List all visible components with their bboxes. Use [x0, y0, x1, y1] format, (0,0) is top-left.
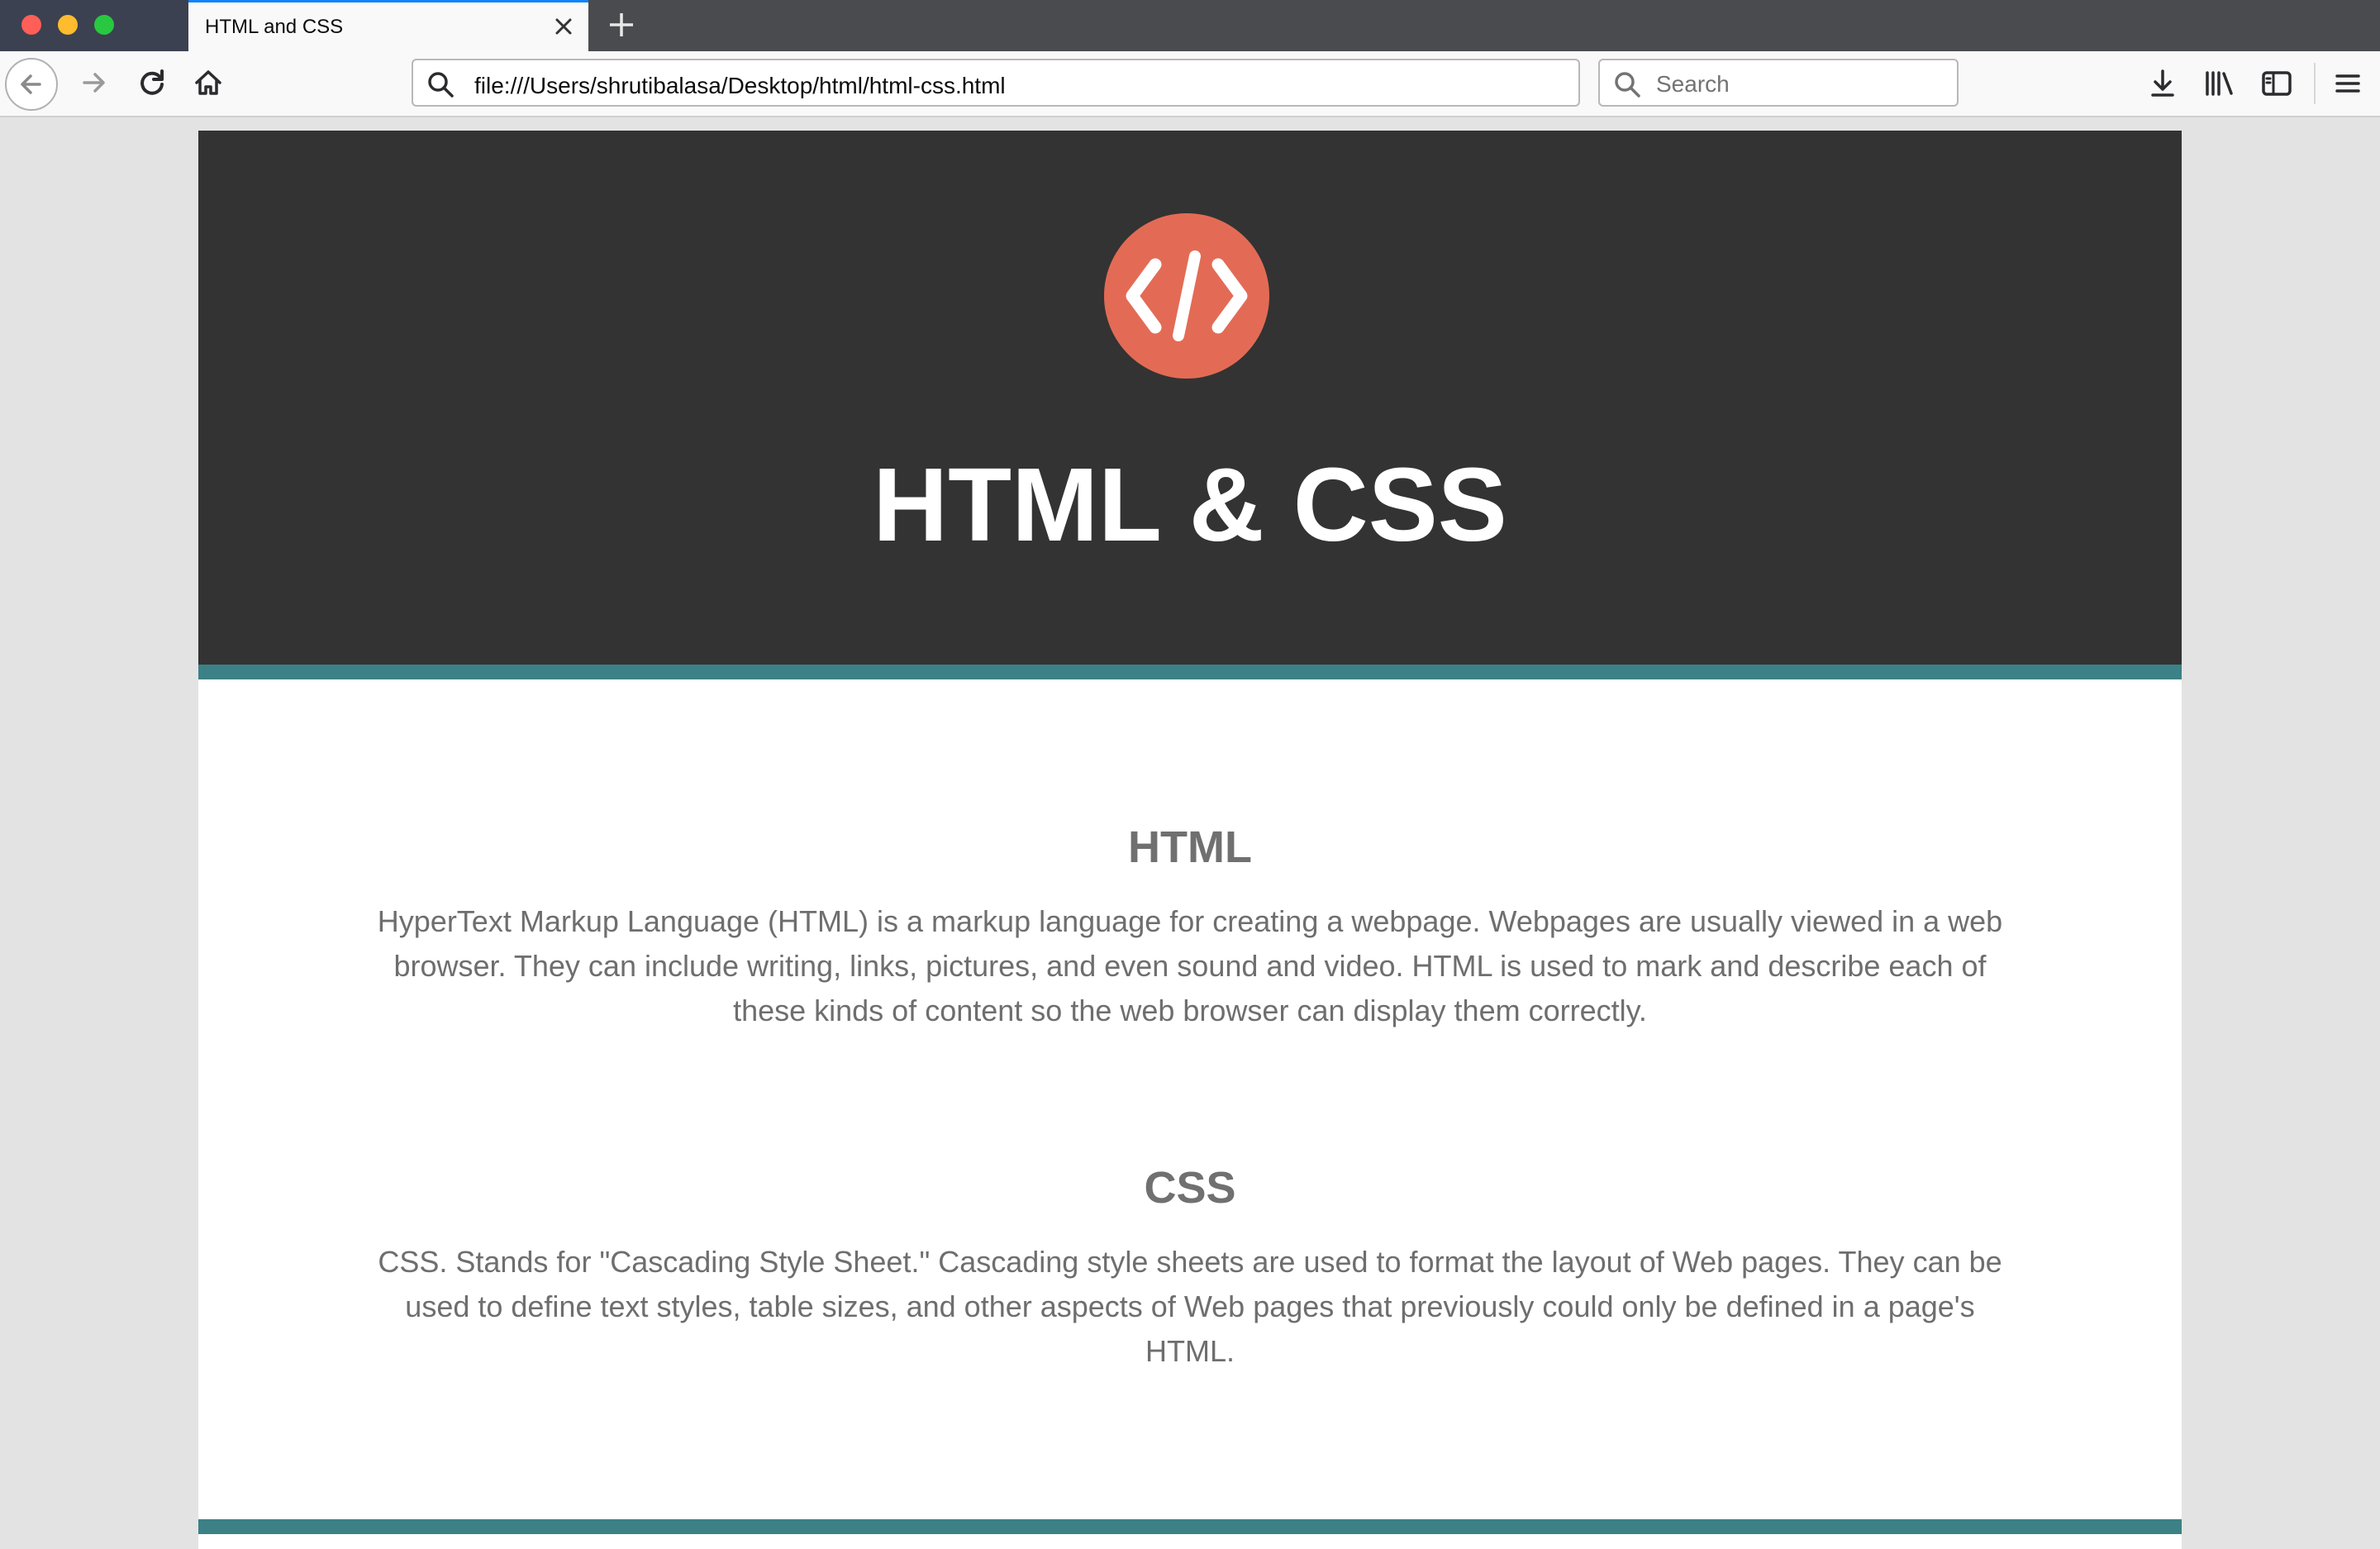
- search-input[interactable]: [1654, 67, 1947, 102]
- hero-header: HTML & CSS: [198, 131, 2182, 665]
- toolbar-separator: [2314, 63, 2316, 104]
- accent-band-top: [198, 665, 2182, 679]
- sidebar-button[interactable]: [2259, 66, 2294, 101]
- forward-button[interactable]: [71, 60, 117, 106]
- search-icon: [426, 70, 455, 98]
- tab-close-icon[interactable]: [550, 13, 577, 40]
- code-brackets-icon: [1104, 213, 1269, 379]
- section-html: HTML HyperText Markup Language (HTML) is…: [364, 825, 2016, 1033]
- section-css: CSS CSS. Stands for "Cascading Style She…: [364, 1165, 2016, 1374]
- web-page: HTML & CSS HTML HyperText Markup Languag…: [198, 131, 2182, 1549]
- tab-bar: HTML and CSS: [0, 0, 2380, 51]
- tab-active[interactable]: HTML and CSS: [188, 0, 588, 51]
- download-icon: [2151, 69, 2174, 97]
- back-button[interactable]: [5, 58, 58, 111]
- back-arrow-icon: [21, 74, 41, 94]
- url-bar[interactable]: file:///Users/shrutibalasa/Desktop/html/…: [412, 59, 1580, 107]
- tab-title: HTML and CSS: [205, 16, 344, 38]
- section-heading: CSS: [1144, 1163, 1236, 1213]
- reload-button[interactable]: [129, 60, 175, 106]
- section-body: HyperText Markup Language (HTML) is a ma…: [377, 904, 2003, 1027]
- library-icon: [2206, 71, 2233, 96]
- navigation-toolbar: file:///Users/shrutibalasa/Desktop/html/…: [0, 51, 2380, 117]
- hamburger-menu-icon: [2335, 74, 2360, 93]
- window-controls: [0, 0, 188, 51]
- new-tab-button[interactable]: [603, 7, 640, 43]
- section-body: CSS. Stands for "Cascading Style Sheet."…: [378, 1245, 2002, 1368]
- reload-icon: [140, 69, 164, 95]
- downloads-button[interactable]: [2145, 66, 2180, 101]
- zoom-window-button[interactable]: [94, 15, 114, 35]
- page-title: HTML & CSS: [873, 446, 1507, 563]
- minimize-window-button[interactable]: [58, 15, 78, 35]
- accent-band-bottom: [198, 1519, 2182, 1534]
- forward-arrow-icon: [83, 73, 105, 93]
- url-text[interactable]: file:///Users/shrutibalasa/Desktop/html/…: [474, 73, 1006, 99]
- menu-button[interactable]: [2330, 66, 2365, 101]
- close-window-button[interactable]: [21, 15, 41, 35]
- home-button[interactable]: [185, 60, 231, 106]
- search-bar[interactable]: [1598, 59, 1959, 107]
- sidebar-icon: [2262, 71, 2292, 96]
- home-icon: [195, 70, 221, 95]
- library-button[interactable]: [2202, 66, 2236, 101]
- section-heading: HTML: [1128, 822, 1252, 872]
- search-icon: [1613, 70, 1641, 98]
